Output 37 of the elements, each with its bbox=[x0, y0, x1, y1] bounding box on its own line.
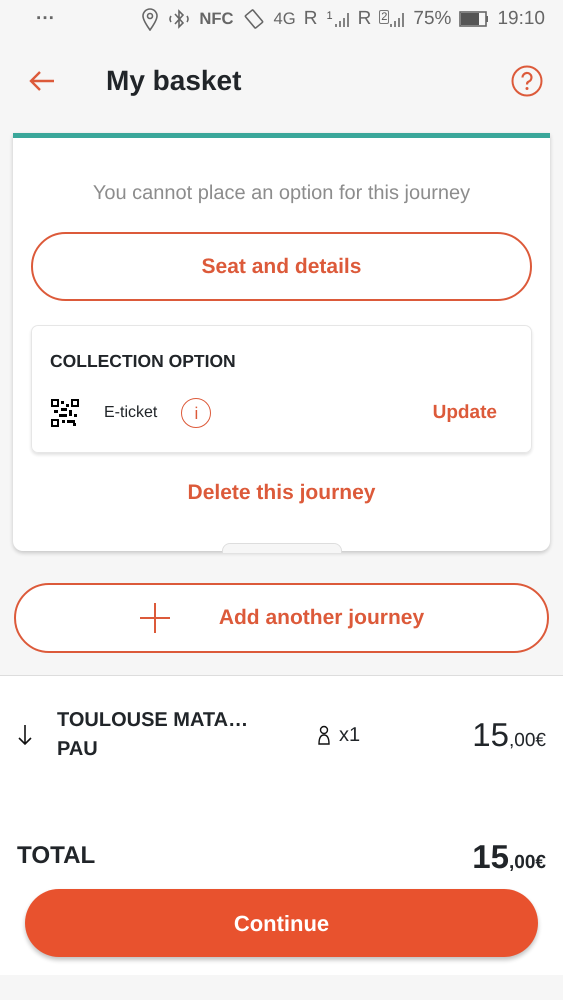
page-title: My basket bbox=[106, 64, 242, 98]
clock: 19:10 bbox=[497, 6, 545, 31]
delete-journey-link[interactable]: Delete this journey bbox=[188, 477, 376, 509]
total-label: TOTAL bbox=[17, 841, 96, 872]
qr-code-icon bbox=[50, 398, 80, 428]
signal-icon bbox=[334, 10, 350, 28]
notice-text: You cannot place an option for this journey bbox=[92, 181, 472, 206]
plus-icon bbox=[138, 602, 171, 634]
add-journey-button[interactable]: Add another journey bbox=[14, 582, 549, 653]
battery-icon bbox=[459, 11, 490, 27]
roaming-label: R bbox=[358, 6, 372, 31]
passenger-count: x1 bbox=[339, 722, 360, 748]
location-icon bbox=[141, 7, 160, 31]
total-price: 15,00€ bbox=[472, 836, 546, 877]
bluetooth-icon bbox=[167, 8, 192, 30]
collection-option-label: E-ticket bbox=[104, 403, 158, 424]
journey-price: 15,00€ bbox=[472, 715, 546, 755]
continue-button[interactable]: Continue bbox=[25, 889, 538, 958]
sim-label: 2 bbox=[379, 10, 390, 24]
vibrate-icon bbox=[242, 7, 266, 31]
info-icon[interactable]: i bbox=[181, 398, 212, 428]
section-heading: COLLECTION OPTION bbox=[50, 350, 237, 373]
roaming-label: R bbox=[304, 6, 318, 31]
nfc-label: NFC bbox=[199, 8, 234, 30]
network-label: 4G bbox=[274, 8, 296, 30]
passenger-icon bbox=[317, 724, 331, 745]
sim-label: 1 bbox=[325, 10, 334, 22]
origin-station: TOULOUSE MATA… bbox=[57, 708, 250, 733]
signal-icon bbox=[389, 10, 406, 28]
update-link[interactable]: Update bbox=[432, 399, 497, 428]
menu-dots: ··· bbox=[36, 6, 55, 31]
back-arrow-icon[interactable] bbox=[28, 70, 56, 92]
help-icon[interactable] bbox=[511, 64, 543, 96]
seat-and-details-button[interactable]: Seat and details bbox=[31, 232, 532, 301]
down-arrow-icon bbox=[17, 724, 33, 746]
battery-percent: 75% bbox=[413, 6, 452, 31]
destination-station: PAU bbox=[57, 736, 99, 762]
